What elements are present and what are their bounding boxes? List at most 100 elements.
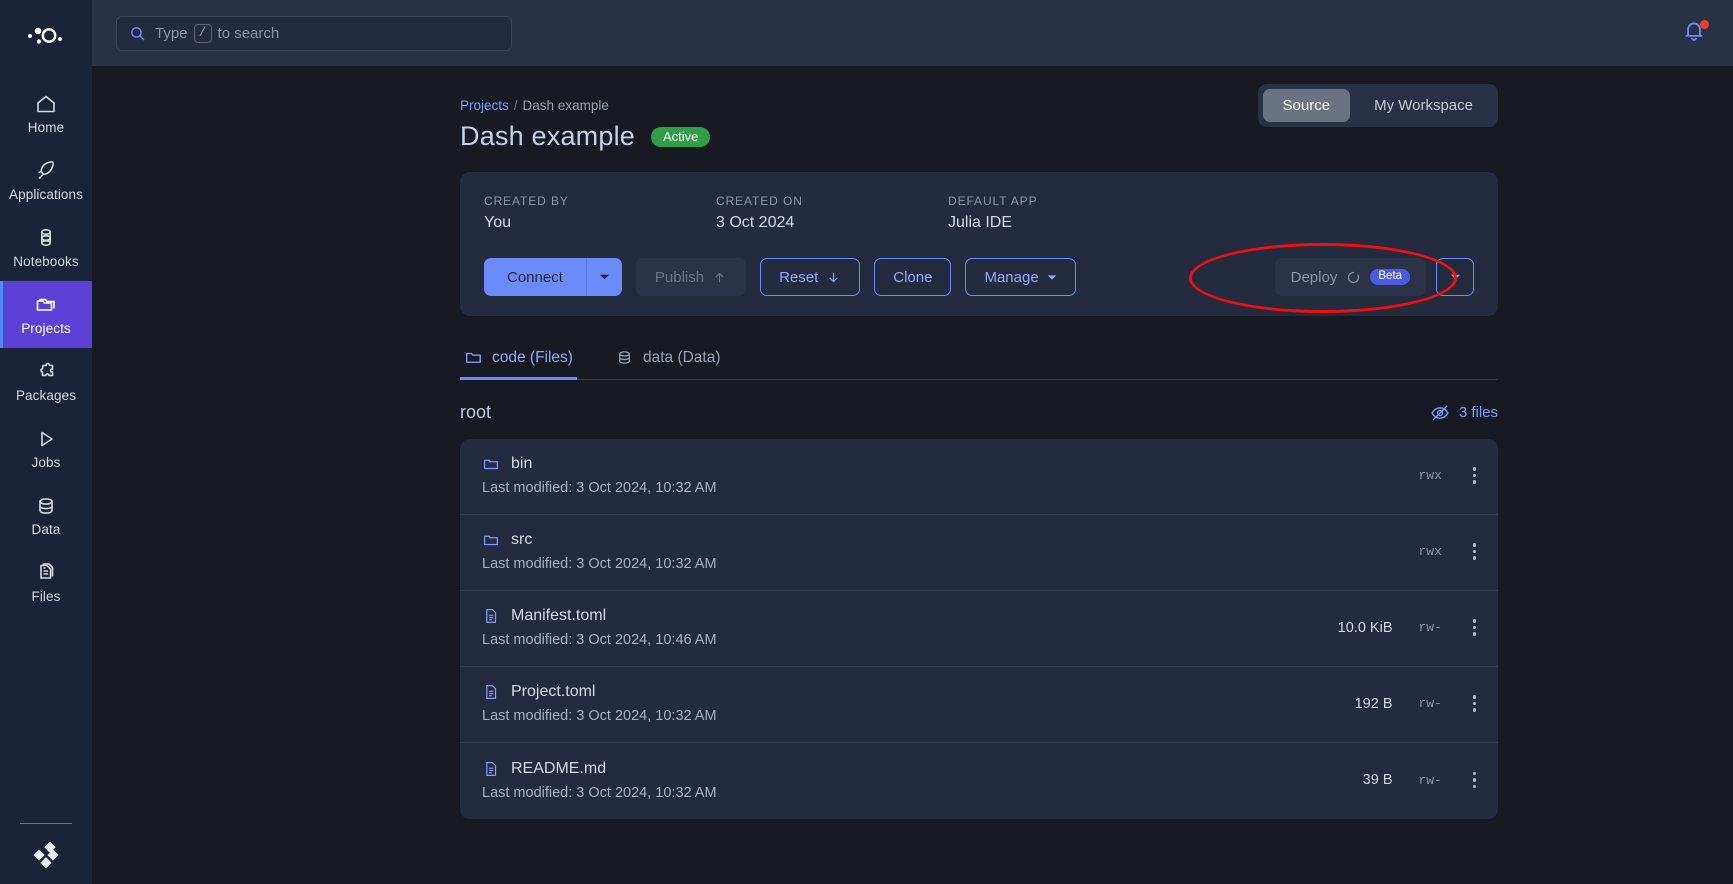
meta-label: CREATED BY bbox=[484, 194, 569, 208]
sidebar-nav: Home Applications Notebooks Projects Pac… bbox=[0, 80, 92, 616]
file-name: bin bbox=[511, 455, 533, 472]
hidden-files-toggle[interactable]: 3 files bbox=[1430, 403, 1498, 423]
beta-badge: Beta bbox=[1370, 268, 1410, 286]
reset-button[interactable]: Reset bbox=[760, 258, 861, 296]
main-area: Type / to search Projects / Dash example D… bbox=[92, 0, 1733, 884]
diamond-cluster-icon[interactable] bbox=[31, 840, 61, 870]
database-icon bbox=[619, 351, 630, 364]
page-header: Projects / Dash example Dash example Activ… bbox=[460, 66, 1498, 152]
sidebar-item-label: Jobs bbox=[31, 455, 61, 470]
row-menu-button[interactable] bbox=[1472, 695, 1476, 712]
deploy-label: Deploy bbox=[1290, 268, 1338, 286]
top-bar: Type / to search bbox=[92, 0, 1733, 66]
file-permissions: rwx bbox=[1418, 544, 1442, 559]
file-modified: Last modified: 3 Oct 2024, 10:32 AM bbox=[482, 480, 717, 496]
meta-value: Julia IDE bbox=[948, 214, 1013, 231]
meta-value: 3 Oct 2024 bbox=[716, 214, 795, 231]
breadcrumb-separator: / bbox=[513, 98, 518, 113]
sidebar-item-jobs[interactable]: Jobs bbox=[0, 415, 92, 482]
sidebar-item-files[interactable]: Files bbox=[0, 549, 92, 616]
project-info-card: CREATED BY You CREATED ON 3 Oct 2024 DEF… bbox=[460, 172, 1498, 316]
table-row[interactable]: Project.toml Last modified: 3 Oct 2024, … bbox=[460, 667, 1498, 743]
file-size: 192 B bbox=[1354, 695, 1393, 712]
meta-value: You bbox=[484, 214, 511, 231]
project-metadata: CREATED BY You CREATED ON 3 Oct 2024 DEF… bbox=[484, 194, 1474, 232]
sidebar-item-label: Notebooks bbox=[13, 254, 79, 269]
sidebar-item-notebooks[interactable]: Notebooks bbox=[0, 214, 92, 281]
connect-button[interactable]: Connect bbox=[484, 258, 586, 296]
file-size: 39 B bbox=[1362, 772, 1393, 788]
table-row[interactable]: bin Last modified: 3 Oct 2024, 10:32 AM … bbox=[460, 439, 1498, 515]
toggle-option-source[interactable]: Source bbox=[1262, 89, 1351, 122]
file-name-cell: Project.toml bbox=[482, 683, 1321, 701]
search-placeholder: Type / to search bbox=[155, 23, 280, 43]
file-name-cell: Manifest.toml bbox=[482, 607, 1321, 625]
search-placeholder-suffix: to search bbox=[217, 24, 280, 42]
search-slash-key: / bbox=[193, 23, 212, 43]
meta-created-by: CREATED BY You bbox=[484, 194, 716, 232]
caret-down-icon bbox=[1047, 274, 1056, 280]
sidebar-item-label: Home bbox=[27, 120, 65, 135]
meta-default-app: DEFAULT APP Julia IDE bbox=[948, 194, 1180, 232]
publish-label: Publish bbox=[654, 268, 705, 286]
search-input[interactable]: Type / to search bbox=[116, 15, 512, 51]
manage-label: Manage bbox=[984, 268, 1039, 286]
chevron-down-icon bbox=[1450, 274, 1460, 280]
table-row[interactable]: src Last modified: 3 Oct 2024, 10:32 AM … bbox=[460, 515, 1498, 591]
row-menu-button[interactable] bbox=[1472, 543, 1476, 560]
file-permissions: rw- bbox=[1418, 696, 1442, 711]
play-triangle-icon bbox=[41, 431, 53, 447]
file-icon bbox=[486, 761, 497, 776]
table-row[interactable]: Manifest.toml Last modified: 3 Oct 2024,… bbox=[460, 591, 1498, 667]
file-permissions: rw- bbox=[1418, 772, 1442, 788]
sidebar-item-projects[interactable]: Projects bbox=[0, 281, 92, 348]
files-count-label: 3 files bbox=[1458, 404, 1498, 421]
tab-label: data (Data) bbox=[642, 348, 721, 366]
deploy-button[interactable]: Deploy Beta bbox=[1274, 258, 1426, 296]
table-row[interactable]: README.md Last modified: 3 Oct 2024, 10:… bbox=[460, 743, 1498, 819]
file-name: Manifest.toml bbox=[511, 607, 607, 624]
file-name-cell: src bbox=[482, 531, 1321, 549]
file-info: Project.toml Last modified: 3 Oct 2024, … bbox=[482, 683, 1321, 724]
sidebar-footer bbox=[0, 823, 92, 870]
app-logo[interactable] bbox=[0, 0, 92, 72]
sidebar-item-label: Data bbox=[31, 522, 61, 537]
tab-data[interactable]: data (Data) bbox=[611, 338, 725, 379]
page-title: Dash example bbox=[460, 121, 635, 151]
file-size: 10.0 KiB bbox=[1337, 619, 1393, 636]
breadcrumb-current: Dash example bbox=[522, 98, 609, 113]
notifications-button[interactable] bbox=[1681, 18, 1711, 48]
manage-button[interactable]: Manage bbox=[965, 258, 1076, 296]
meta-label: DEFAULT APP bbox=[948, 194, 1038, 208]
file-permissions: rw- bbox=[1418, 620, 1442, 635]
sidebar-item-label: Projects bbox=[21, 321, 71, 336]
sidebar-item-packages[interactable]: Packages bbox=[0, 348, 92, 415]
spinner-icon bbox=[1348, 271, 1360, 283]
sidebar-item-applications[interactable]: Applications bbox=[0, 147, 92, 214]
row-menu-button[interactable] bbox=[1472, 771, 1476, 789]
database-icon bbox=[39, 498, 53, 514]
row-menu-button[interactable] bbox=[1472, 467, 1476, 484]
toggle-option-my-workspace[interactable]: My Workspace bbox=[1354, 89, 1493, 122]
sidebar-item-label: Packages bbox=[15, 388, 77, 403]
deploy-group: Deploy Beta bbox=[1274, 258, 1474, 296]
notification-badge bbox=[1700, 20, 1709, 29]
sidebar-item-data[interactable]: Data bbox=[0, 482, 92, 549]
deploy-dropdown-button[interactable] bbox=[1436, 258, 1474, 296]
sidebar-item-label: Files bbox=[31, 589, 61, 604]
file-modified: Last modified: 3 Oct 2024, 10:32 AM bbox=[482, 784, 717, 801]
tab-code-files[interactable]: code (Files) bbox=[460, 338, 577, 380]
sidebar: Home Applications Notebooks Projects Pac… bbox=[0, 0, 92, 884]
file-list-header: root 3 files bbox=[460, 402, 1498, 423]
meta-label: CREATED ON bbox=[716, 194, 803, 208]
breadcrumb-projects-link[interactable]: Projects bbox=[460, 98, 509, 113]
dots-logo-icon bbox=[28, 27, 62, 44]
sidebar-item-home[interactable]: Home bbox=[0, 80, 92, 147]
home-icon bbox=[37, 95, 55, 113]
connect-dropdown-button[interactable] bbox=[585, 258, 622, 296]
puzzle-piece-icon bbox=[40, 362, 54, 377]
meta-created-on: CREATED ON 3 Oct 2024 bbox=[716, 194, 948, 232]
row-menu-button[interactable] bbox=[1472, 619, 1476, 636]
current-path-label: root bbox=[460, 402, 492, 422]
clone-button[interactable]: Clone bbox=[874, 258, 952, 296]
